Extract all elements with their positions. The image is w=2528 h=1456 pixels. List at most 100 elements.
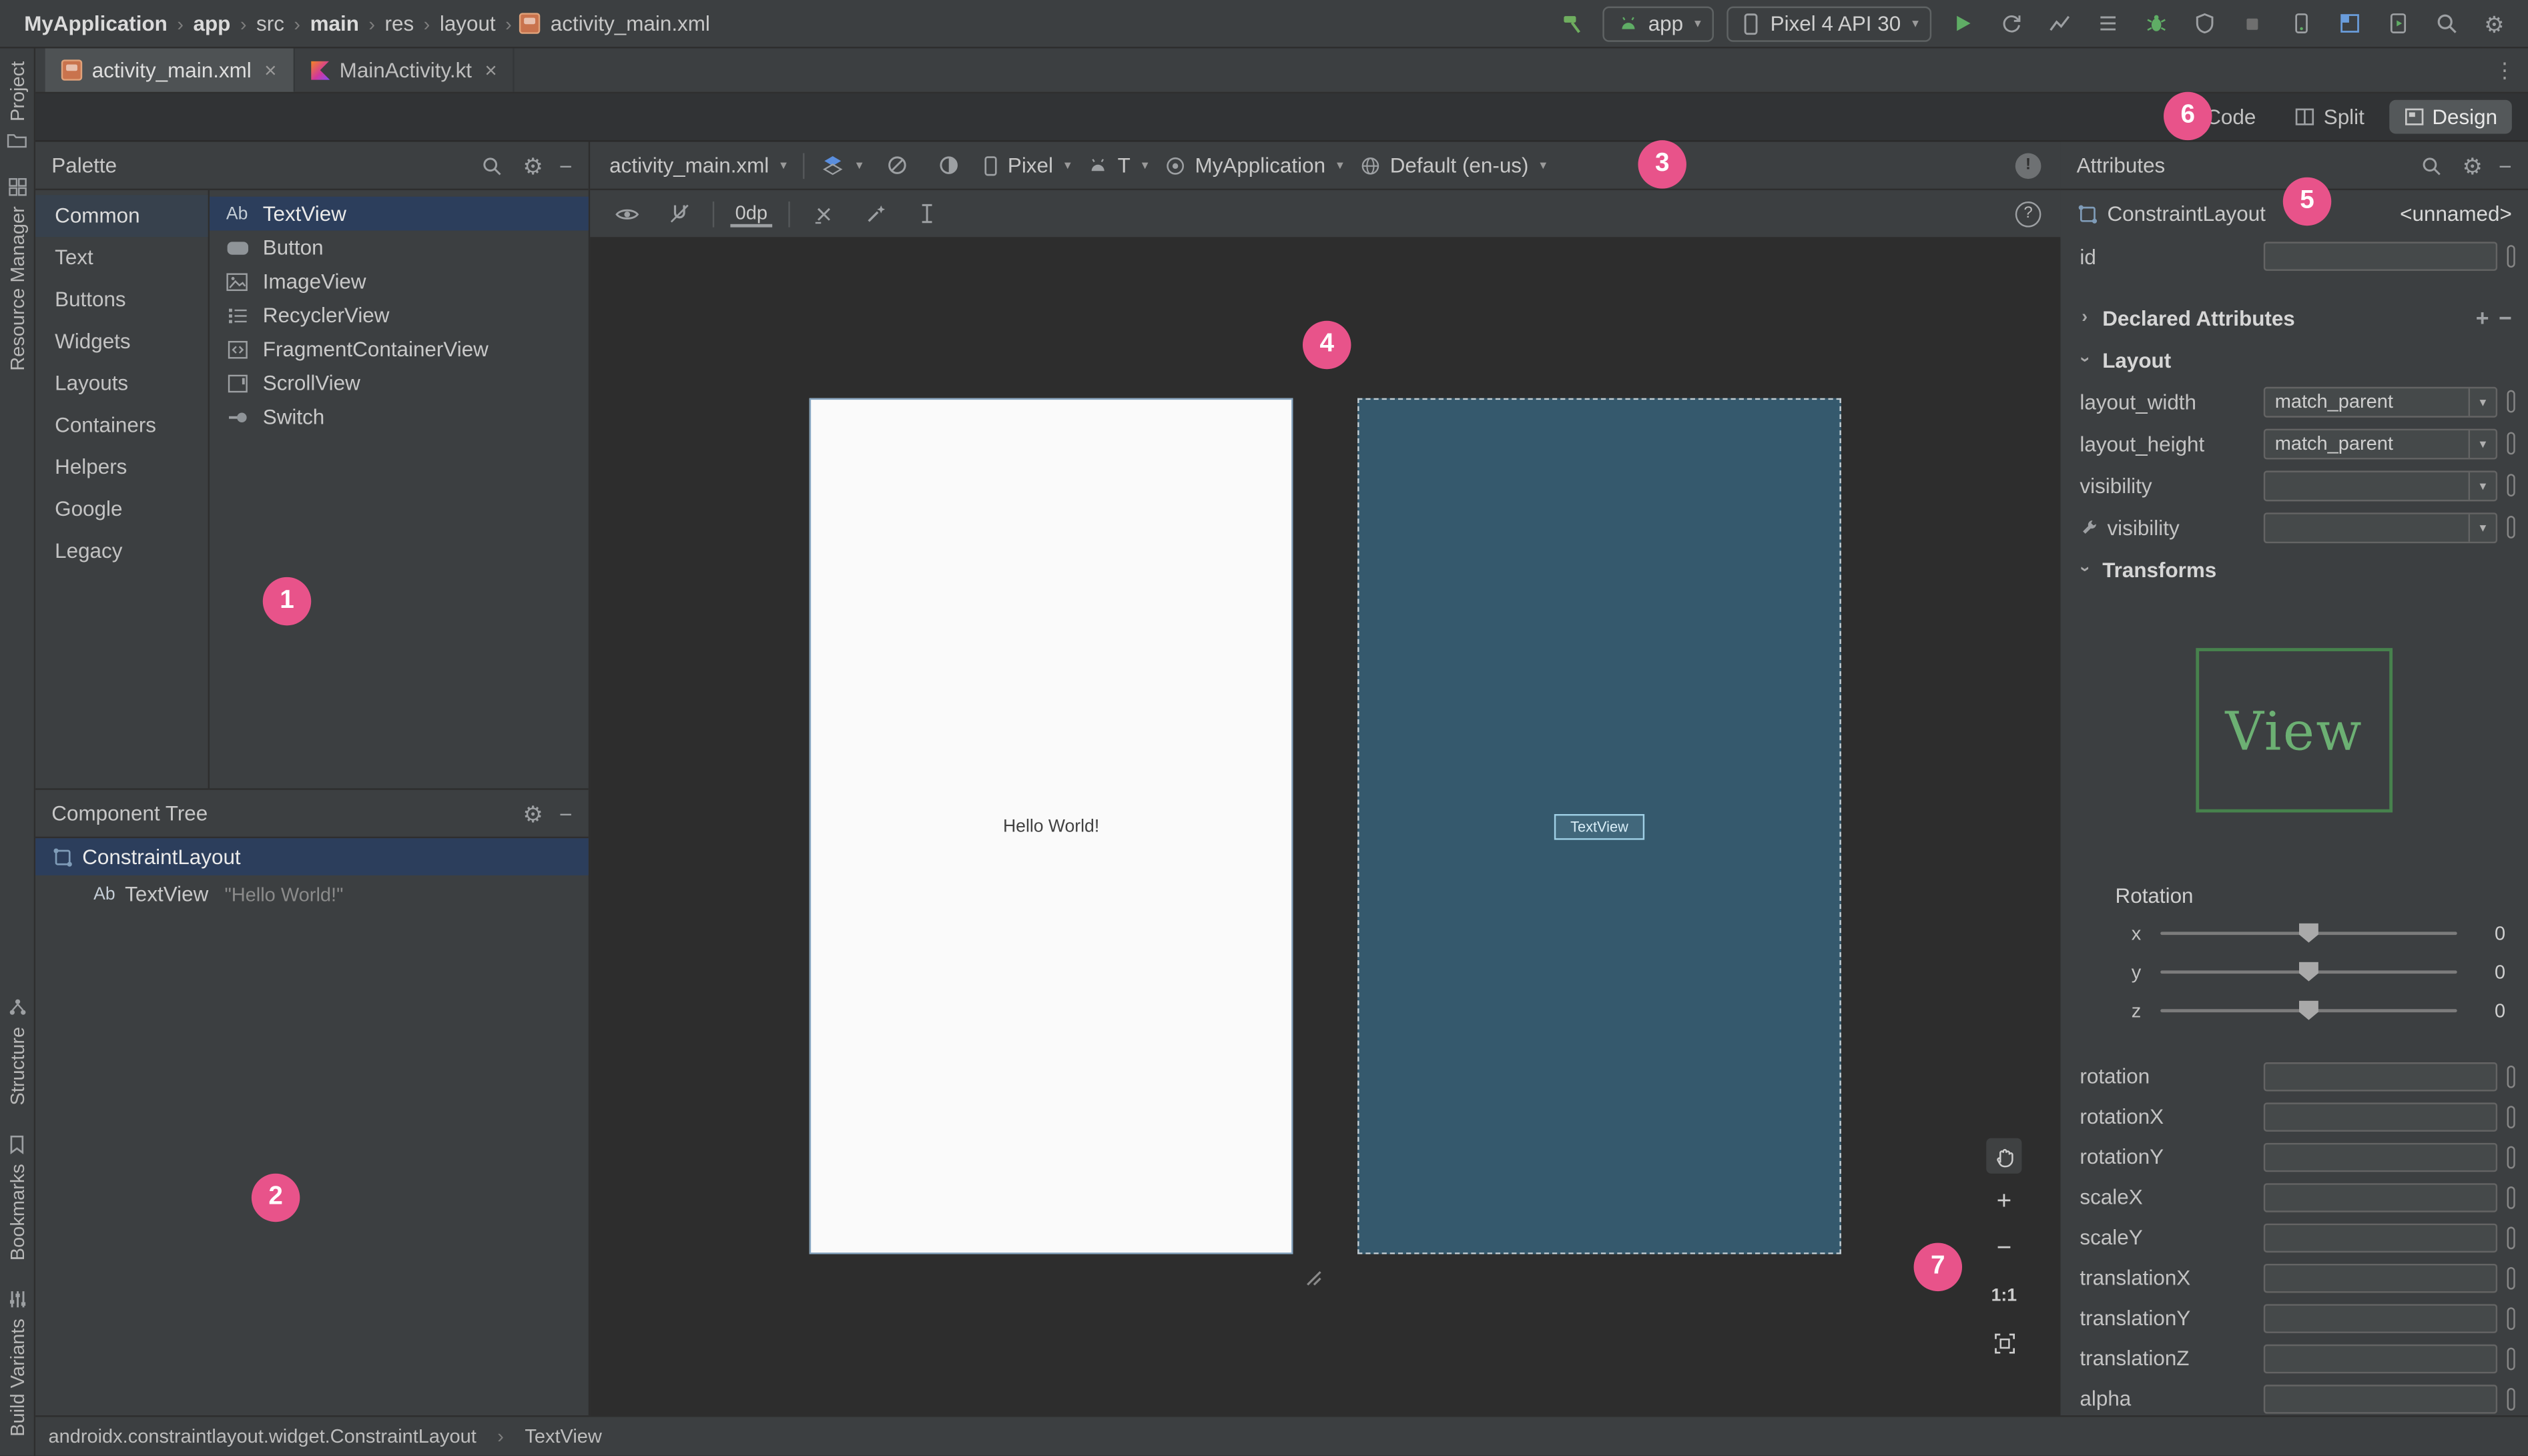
autoconnect-magnet-icon[interactable] [661, 196, 696, 232]
density-icon[interactable] [930, 147, 966, 183]
palette-search-icon[interactable] [478, 151, 507, 179]
slider-thumb[interactable] [2298, 962, 2318, 982]
palette-item-switch[interactable]: Switch [210, 400, 589, 434]
attributes-minimize-icon[interactable]: − [2499, 154, 2512, 177]
breadcrumb-layout[interactable]: layout [438, 11, 497, 35]
translationx-input[interactable] [2263, 1262, 2498, 1293]
surface-mode-dropdown[interactable]: ▾ [821, 153, 862, 177]
search-icon[interactable] [2428, 5, 2463, 41]
palette-item-scrollview[interactable]: ScrollView [210, 366, 589, 400]
translationx-flag-toggle[interactable] [2507, 1266, 2515, 1289]
translationz-input[interactable] [2263, 1343, 2498, 1373]
id-flag-toggle[interactable] [2507, 245, 2515, 268]
rotation-y-slider[interactable] [2160, 962, 2457, 982]
visibility-flag-toggle[interactable] [2507, 474, 2515, 497]
layout-height-flag-toggle[interactable] [2507, 432, 2515, 455]
alpha-input[interactable] [2263, 1383, 2498, 1413]
palette-category-google[interactable]: Google [35, 488, 208, 530]
settings-gear-icon[interactable]: ⚙ [2477, 5, 2512, 41]
component-tree-gear-icon[interactable]: ⚙ [523, 802, 543, 825]
transforms-section[interactable]: › Transforms [2060, 548, 2528, 590]
zoom-in-button[interactable]: + [1986, 1185, 2021, 1220]
sidebar-item-project[interactable]: Project [5, 61, 28, 149]
palette-category-helpers[interactable]: Helpers [35, 446, 208, 488]
slider-thumb[interactable] [2298, 1000, 2318, 1020]
tools-visibility-flag-toggle[interactable] [2507, 516, 2515, 538]
palette-gear-icon[interactable]: ⚙ [523, 154, 543, 177]
theme-dropdown[interactable]: MyApplication ▾ [1165, 153, 1343, 177]
layout-inspector-icon[interactable] [2331, 5, 2366, 41]
blueprint-textview[interactable]: TextView [1554, 813, 1644, 839]
locale-dropdown[interactable]: Default (en-us) ▾ [1359, 153, 1546, 177]
breadcrumb-src[interactable]: src [255, 11, 286, 35]
translationy-flag-toggle[interactable] [2507, 1307, 2515, 1329]
mode-split-button[interactable]: Split [2280, 100, 2379, 134]
stop-icon[interactable] [2234, 5, 2270, 41]
scaley-input[interactable] [2263, 1222, 2498, 1252]
palette-category-text[interactable]: Text [35, 237, 208, 279]
scalex-input[interactable] [2263, 1182, 2498, 1212]
breadcrumb-app[interactable]: app [192, 11, 232, 35]
rotationx-input[interactable] [2263, 1102, 2498, 1131]
device-resize-handle[interactable] [1299, 1264, 1322, 1287]
rotationy-input[interactable] [2263, 1142, 2498, 1172]
sync-icon[interactable] [1993, 5, 2028, 41]
layout-width-flag-toggle[interactable] [2507, 390, 2515, 413]
zoom-actual-button[interactable]: 1:1 [1986, 1279, 2021, 1314]
device-dropdown[interactable]: Pixel 4 API 30 ▾ [1726, 5, 1932, 41]
guideline-icon[interactable] [910, 196, 945, 232]
attributes-search-icon[interactable] [2417, 151, 2446, 179]
palette-category-containers[interactable]: Containers [35, 404, 208, 446]
coverage-icon[interactable] [2186, 5, 2222, 41]
palette-category-legacy[interactable]: Legacy [35, 530, 208, 573]
chevron-down-icon[interactable]: ▾ [2468, 388, 2496, 416]
close-icon[interactable]: × [485, 58, 497, 82]
api-version-dropdown[interactable]: T ▾ [1087, 153, 1148, 177]
breadcrumb-file[interactable]: activity_main.xml [549, 11, 711, 35]
chevron-down-icon[interactable]: ▾ [2468, 513, 2496, 541]
layout-height-select[interactable]: match_parent ▾ [2263, 428, 2498, 459]
palette-item-button[interactable]: Button [210, 230, 589, 264]
alpha-flag-toggle[interactable] [2507, 1387, 2515, 1410]
breadcrumb-main[interactable]: main [308, 11, 360, 35]
attributes-gear-icon[interactable]: ⚙ [2463, 154, 2483, 177]
design-preview-textview[interactable]: Hello World! [1003, 817, 1099, 836]
file-variant-dropdown[interactable]: activity_main.xml ▾ [609, 153, 787, 177]
component-tree-minimize-icon[interactable]: − [559, 802, 573, 825]
debug-bug-icon[interactable] [2138, 5, 2173, 41]
sidebar-item-bookmarks[interactable]: Bookmarks [5, 1134, 28, 1260]
device-manager-icon[interactable] [2283, 5, 2318, 41]
palette-minimize-icon[interactable]: − [559, 154, 573, 177]
zoom-out-button[interactable]: − [1986, 1232, 2021, 1267]
tree-row-constraintlayout[interactable]: ConstraintLayout [35, 838, 589, 875]
palette-item-textview[interactable]: Ab TextView [210, 196, 589, 231]
build-hammer-icon[interactable] [1555, 5, 1590, 41]
rotation-x-slider[interactable] [2160, 923, 2457, 943]
palette-category-common[interactable]: Common [35, 195, 208, 238]
palette-item-imageview[interactable]: ImageView [210, 264, 589, 298]
visibility-select[interactable]: ▾ [2263, 470, 2498, 501]
mode-design-button[interactable]: Design [2389, 99, 2512, 134]
run-config-dropdown[interactable]: app ▾ [1603, 5, 1714, 41]
close-icon[interactable]: × [264, 58, 276, 82]
palette-category-layouts[interactable]: Layouts [35, 363, 208, 405]
sidebar-item-resource-manager[interactable]: Resource Manager [5, 178, 28, 372]
translationy-input[interactable] [2263, 1303, 2498, 1333]
rotation-flag-toggle[interactable] [2507, 1064, 2515, 1088]
chevron-down-icon[interactable]: ▾ [2468, 429, 2496, 457]
tab-activity-main-xml[interactable]: activity_main.xml × [45, 48, 295, 92]
declared-attributes-section[interactable]: › Declared Attributes + − [2060, 297, 2528, 339]
design-canvas[interactable]: Hello World! TextView + − 1:1 [590, 238, 2061, 1416]
run-button[interactable] [1944, 5, 1979, 41]
pan-hand-icon[interactable] [1986, 1138, 2022, 1174]
rotationx-flag-toggle[interactable] [2507, 1105, 2515, 1128]
sidebar-item-build-variants[interactable]: Build Variants [5, 1289, 28, 1436]
remove-attribute-icon[interactable]: − [2499, 306, 2512, 329]
more-tabs-icon[interactable]: ⋮ [2494, 57, 2515, 83]
add-attribute-icon[interactable]: + [2476, 306, 2489, 329]
rotation-input[interactable] [2263, 1061, 2498, 1091]
view-options-eye-icon[interactable] [609, 196, 645, 232]
palette-item-fragmentcontainerview[interactable]: FragmentContainerView [210, 332, 589, 366]
rotationy-flag-toggle[interactable] [2507, 1145, 2515, 1168]
default-margin-dropdown[interactable]: 0dp [730, 201, 773, 227]
